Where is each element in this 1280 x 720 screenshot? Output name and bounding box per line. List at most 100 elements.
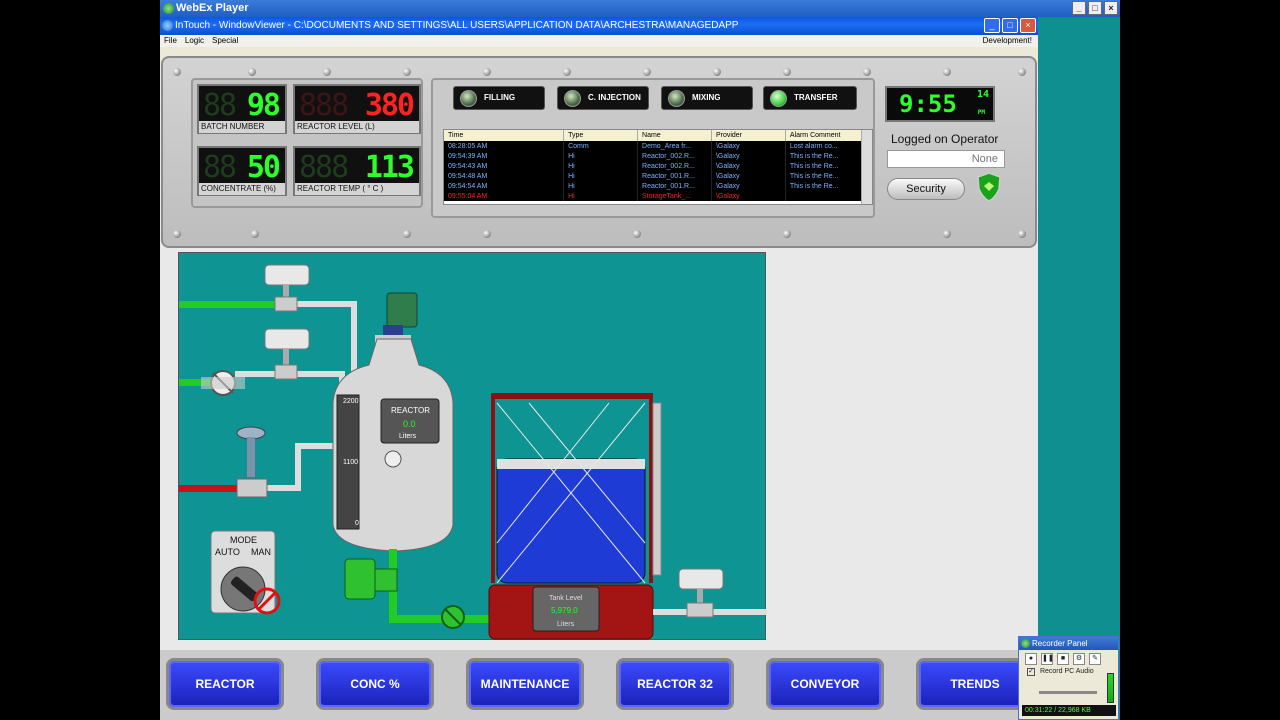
minimize-button[interactable]: _: [984, 18, 1000, 33]
mode-transfer[interactable]: TRANSFER: [763, 86, 857, 110]
stop-button[interactable]: ■: [1057, 653, 1069, 665]
table-cell: 09:54:39 AM: [444, 151, 565, 161]
table-cell: Hi: [563, 171, 639, 181]
mode-c-injection[interactable]: C. INJECTION: [557, 86, 649, 110]
webex-close-button[interactable]: ×: [1104, 1, 1118, 15]
menu-special[interactable]: Special: [212, 35, 238, 47]
table-cell: Reactor_001.R...: [637, 181, 712, 191]
table-cell: [785, 191, 863, 201]
pipe: [295, 445, 301, 491]
rivet-icon: [323, 68, 331, 76]
table-cell: 09:55:04 AM: [444, 191, 565, 201]
mode-c-injection-label: C. INJECTION: [588, 93, 641, 102]
audio-level-meter: [1107, 673, 1114, 703]
alarm-col-name[interactable]: Name: [637, 130, 712, 141]
table-row[interactable]: 08:28:05 AM Comm Demo_Area fr... \Galaxy…: [444, 141, 863, 151]
rivet-icon: [248, 68, 256, 76]
table-cell: 09:54:54 AM: [444, 181, 565, 191]
hand-valve-icon[interactable]: [441, 605, 465, 629]
nav-reactor-button[interactable]: REACTOR: [166, 658, 284, 710]
clock-operator-group: 9:55 14 PM Logged on Operator None Secur…: [881, 78, 1021, 226]
mode-transfer-label: TRANSFER: [794, 93, 838, 102]
rivet-icon: [173, 230, 181, 238]
lamp-icon: [668, 90, 685, 107]
security-button[interactable]: Security: [887, 178, 965, 200]
rivet-icon: [783, 230, 791, 238]
rivet-icon: [943, 230, 951, 238]
batch-number-display: 88 98 BATCH NUMBER: [197, 84, 287, 134]
table-cell: \Galaxy: [711, 161, 786, 171]
rivet-icon: [713, 68, 721, 76]
rivet-icon: [1018, 68, 1026, 76]
menu-file[interactable]: File: [164, 35, 177, 47]
rivet-icon: [403, 68, 411, 76]
clock-seconds: 14: [976, 89, 989, 100]
alarm-table[interactable]: Time Type Name Provider Alarm Comment 08…: [443, 129, 873, 205]
volume-slider[interactable]: [1039, 691, 1097, 694]
record-button[interactable]: ●: [1025, 653, 1037, 665]
table-row[interactable]: 09:54:39 AM Hi Reactor_002.R... \Galaxy …: [444, 151, 863, 161]
reactor-level-display: 888 380 REACTOR LEVEL (L): [293, 84, 421, 134]
tank-title: Tank Level: [549, 595, 583, 602]
table-row[interactable]: 09:54:43 AM Hi Reactor_002.R... \Galaxy …: [444, 161, 863, 171]
table-cell: \Galaxy: [711, 171, 786, 181]
pipe: [289, 301, 355, 307]
maximize-button[interactable]: □: [1002, 18, 1018, 33]
pen-icon[interactable]: ✎: [1089, 653, 1101, 665]
concentrate-value: 50: [246, 150, 281, 185]
table-cell: Hi: [563, 181, 639, 191]
digit-ghost: 888: [299, 150, 349, 185]
digit-ghost: 88: [203, 150, 237, 185]
control-valve-icon[interactable]: [236, 426, 268, 498]
reactor-scale-top: 2200: [343, 398, 359, 405]
operator-heading: Logged on Operator: [891, 132, 999, 146]
clock-display: 9:55 14 PM: [885, 86, 995, 122]
rivet-icon: [563, 68, 571, 76]
table-row[interactable]: 09:54:48 AM Hi Reactor_001.R... \Galaxy …: [444, 171, 863, 181]
webex-minimize-button[interactable]: _: [1072, 1, 1086, 15]
shield-icon[interactable]: [977, 172, 1001, 202]
mode-filling-label: FILLING: [484, 93, 516, 102]
nav-conc-button[interactable]: CONC %: [316, 658, 434, 710]
agitator-motor-icon: [375, 292, 418, 343]
tank-unit: Liters: [557, 621, 575, 628]
alarm-scrollbar[interactable]: [861, 130, 872, 204]
pause-button[interactable]: ❚❚: [1041, 653, 1054, 665]
recorder-logo-icon: [1021, 639, 1030, 648]
mode-mixing-label: MIXING: [692, 93, 721, 102]
close-button[interactable]: ×: [1020, 18, 1036, 33]
table-row[interactable]: 09:54:54 AM Hi Reactor_001.R... \Galaxy …: [444, 181, 863, 191]
batch-number-value: 98: [246, 88, 281, 123]
record-audio-option[interactable]: ✓ Record PC Audio: [1019, 668, 1118, 676]
status-panel: 88 98 BATCH NUMBER 888 380 REACTOR LEVEL…: [161, 56, 1037, 248]
recorder-title-bar: Recorder Panel: [1019, 637, 1118, 650]
clock-time: 9:55: [899, 90, 957, 118]
mode-filling[interactable]: FILLING: [453, 86, 545, 110]
alarm-col-time[interactable]: Time: [444, 130, 565, 141]
rivet-icon: [1018, 230, 1026, 238]
webex-player: WebEx Player _ □ × InTouch - WindowViewe…: [160, 0, 1120, 720]
settings-icon[interactable]: ⚙: [1073, 653, 1085, 665]
alarm-col-provider[interactable]: Provider: [711, 130, 786, 141]
webex-maximize-button[interactable]: □: [1088, 1, 1102, 15]
mode-mixing[interactable]: MIXING: [661, 86, 753, 110]
table-row[interactable]: 09:55:04 AM Hi StorageTank_... \Galaxy: [444, 191, 863, 201]
table-cell: 08:28:05 AM: [444, 141, 565, 151]
rivet-icon: [173, 68, 181, 76]
menu-logic[interactable]: Logic: [185, 35, 204, 47]
table-cell: This is the Re...: [785, 151, 863, 161]
nav-conveyor-button[interactable]: CONVEYOR: [766, 658, 884, 710]
checkbox-icon[interactable]: ✓: [1027, 668, 1035, 676]
alarm-col-comment[interactable]: Alarm Comment: [785, 130, 863, 141]
recorder-panel: Recorder Panel ● ❚❚ ■ ⚙ ✎ ✓ Record PC Au…: [1018, 636, 1119, 720]
alarm-col-type[interactable]: Type: [563, 130, 639, 141]
nav-reactor-32-button[interactable]: REACTOR 32: [616, 658, 734, 710]
record-audio-label: Record PC Audio: [1039, 668, 1094, 675]
reactor-level-value: 380: [364, 88, 415, 123]
nav-trends-button[interactable]: TRENDS: [916, 658, 1034, 710]
nav-maintenance-button[interactable]: MAINTENANCE: [466, 658, 584, 710]
menu-development[interactable]: Development!: [983, 35, 1032, 47]
table-cell: This is the Re...: [785, 181, 863, 191]
modes-alarms-group: FILLING C. INJECTION MIXING TRANSFER Tim…: [431, 78, 875, 218]
digit-ghost: 888: [299, 88, 349, 123]
